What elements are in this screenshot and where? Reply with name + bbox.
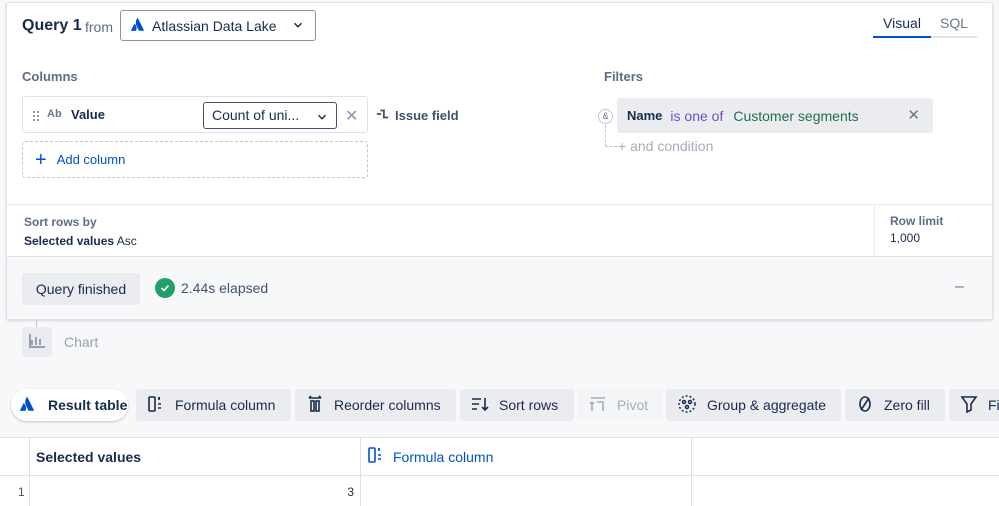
reorder-icon xyxy=(306,394,324,416)
issue-field-button[interactable]: Issue field xyxy=(376,107,459,124)
data-source-select[interactable]: Atlassian Data Lake xyxy=(120,10,316,41)
row-index-header xyxy=(0,438,30,476)
sort-rows-button[interactable]: Sort rows xyxy=(460,389,574,421)
sort-direction: Asc xyxy=(116,234,137,248)
elapsed-time: 2.44s elapsed xyxy=(181,280,269,296)
chevron-down-icon xyxy=(291,18,305,35)
filter-tree-connector xyxy=(605,125,617,147)
remove-column-icon[interactable]: ✕ xyxy=(345,106,358,126)
pivot-icon xyxy=(589,395,607,416)
group-aggregate-button[interactable]: Group & aggregate xyxy=(666,389,841,421)
columns-section-label: Columns xyxy=(22,69,78,84)
divider xyxy=(7,204,992,205)
atlassian-logo-icon xyxy=(130,17,144,34)
elapsed-status: 2.44s elapsed xyxy=(155,278,268,298)
query-finished-button[interactable]: Query finished xyxy=(22,273,140,305)
zero-fill-button[interactable]: Zero fill xyxy=(845,389,945,421)
filters-section-label: Filters xyxy=(604,69,644,84)
add-column-label: Add column xyxy=(56,152,126,167)
add-condition-button[interactable]: + and condition xyxy=(618,138,713,154)
table-cell[interactable] xyxy=(361,476,692,506)
filter-chip[interactable]: Name is one of Customer segments ✕ xyxy=(617,98,933,133)
reorder-columns-label: Reorder columns xyxy=(334,397,441,413)
divider xyxy=(874,204,875,256)
text-type-badge: Ab xyxy=(47,108,62,120)
sort-rows-value[interactable]: Selected values Asc xyxy=(24,234,137,248)
formula-column-icon xyxy=(367,446,385,467)
empty-header xyxy=(692,438,999,476)
empty-cell xyxy=(692,476,999,506)
formula-column-button[interactable]: Formula column xyxy=(136,389,291,421)
filter-field: Name xyxy=(627,108,663,123)
formula-column-icon xyxy=(147,395,165,416)
formula-column-label: Formula column xyxy=(175,397,276,413)
pivot-button[interactable]: Pivot xyxy=(578,389,662,421)
pivot-label: Pivot xyxy=(617,397,649,413)
from-label: from xyxy=(85,19,113,35)
row-limit-label: Row limit xyxy=(890,214,944,228)
column-header[interactable]: Selected values xyxy=(30,438,361,476)
sort-field: Selected values xyxy=(24,234,115,248)
sort-icon xyxy=(471,395,489,416)
formula-column-header-label: Formula column xyxy=(393,448,494,465)
sort-rows-label: Sort rows by xyxy=(24,215,97,229)
filter-icon xyxy=(960,395,978,416)
reorder-columns-button[interactable]: Reorder columns xyxy=(295,389,456,421)
aggregation-label: Count of uni... xyxy=(212,107,300,123)
aggregation-select[interactable]: Count of uni... xyxy=(203,102,337,129)
filter-value: Customer segments xyxy=(733,107,859,124)
atlassian-logo-icon xyxy=(19,396,34,414)
add-column-button[interactable]: + Add column xyxy=(22,141,368,178)
table-cell[interactable]: 3 xyxy=(30,476,361,506)
zero-icon xyxy=(856,395,874,416)
row-limit-value[interactable]: 1,000 xyxy=(890,231,920,245)
plus-icon: + xyxy=(35,148,47,171)
conjunction-toggle[interactable]: & xyxy=(598,109,613,124)
filter-operator: is one of xyxy=(670,107,724,124)
result-table-tab[interactable]: Result table xyxy=(11,389,128,421)
tab-visual[interactable]: Visual xyxy=(873,9,931,38)
zero-fill-label: Zero fill xyxy=(884,397,930,413)
chevron-down-icon xyxy=(315,107,329,132)
data-source-label: Atlassian Data Lake xyxy=(152,17,277,34)
row-index: 1 xyxy=(0,476,30,506)
group-aggregate-icon xyxy=(677,394,697,417)
column-name: Value xyxy=(71,107,105,122)
chart-step-label: Chart xyxy=(64,334,99,350)
column-row[interactable]: Ab Value Count of uni... ✕ xyxy=(22,96,368,133)
chart-step-button[interactable] xyxy=(22,327,52,357)
issue-field-label: Issue field xyxy=(395,108,459,123)
query-status-bar: Query finished 2.44s elapsed – xyxy=(7,256,992,319)
result-table: Selected values Formula column 1 3 xyxy=(0,437,999,506)
drag-handle-icon[interactable] xyxy=(32,109,40,125)
sort-rows-label: Sort rows xyxy=(499,397,559,413)
filter-label: Fi xyxy=(988,397,999,413)
remove-filter-icon[interactable]: ✕ xyxy=(907,106,920,124)
check-circle-icon xyxy=(155,278,175,298)
issue-field-icon xyxy=(376,107,390,124)
result-table-label: Result table xyxy=(48,397,128,413)
query-title[interactable]: Query 1 xyxy=(22,17,82,35)
bar-chart-icon xyxy=(29,333,45,351)
filter-button[interactable]: Fi xyxy=(949,389,999,421)
collapse-button[interactable]: – xyxy=(955,278,964,296)
tab-sql[interactable]: SQL xyxy=(931,9,977,38)
formula-column-header[interactable]: Formula column xyxy=(361,438,692,476)
group-aggregate-label: Group & aggregate xyxy=(707,397,827,413)
